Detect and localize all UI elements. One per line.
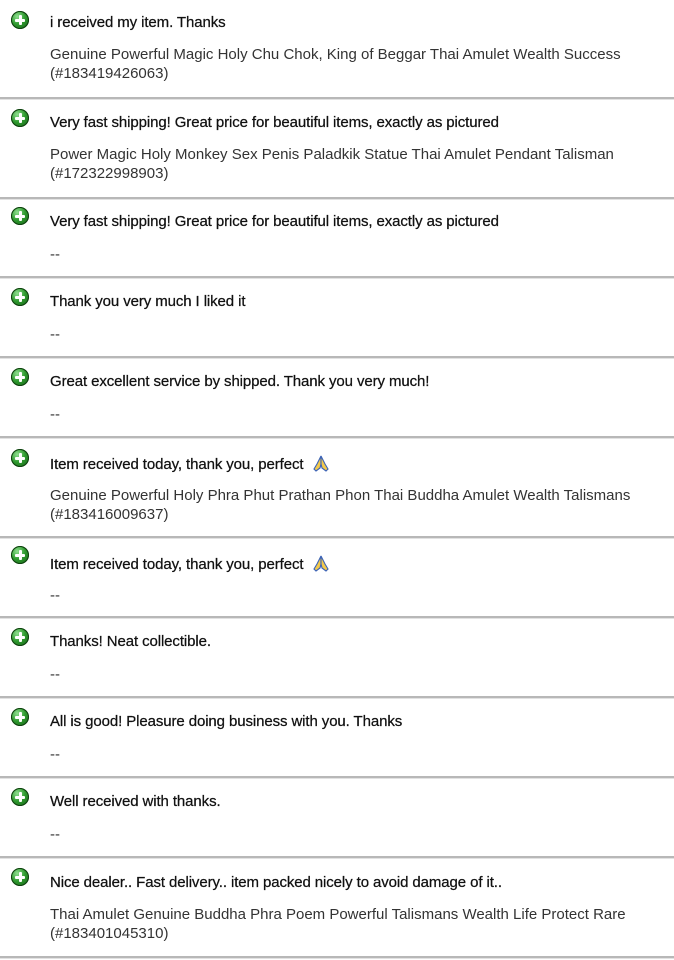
positive-feedback-plus-icon (11, 109, 29, 127)
feedback-comment: Item received today, thank you, perfect (50, 455, 330, 473)
feedback-comment: i received my item. Thanks (50, 14, 226, 31)
item-title[interactable]: Genuine Powerful Holy Phra Phut Prathan … (50, 486, 670, 524)
feedback-entry: Thank you very much I liked it -- (0, 279, 674, 357)
feedback-comment: Very fast shipping! Great price for beau… (50, 213, 499, 230)
feedback-comment: Very fast shipping! Great price for beau… (50, 114, 499, 131)
feedback-list: i received my item. Thanks Genuine Power… (0, 0, 674, 960)
item-title-placeholder: -- (50, 406, 60, 423)
feedback-entry: Thanks! Neat collectible. -- (0, 619, 674, 697)
positive-feedback-plus-icon (11, 628, 29, 646)
item-title-line: Thai Amulet Genuine Buddha Phra Poem Pow… (50, 906, 626, 923)
feedback-entry: Nice dealer.. Fast delivery.. item packe… (0, 859, 674, 957)
positive-feedback-plus-icon (11, 546, 29, 564)
feedback-entry: Item received today, thank you, perfect … (0, 439, 674, 537)
item-title: -- (50, 405, 670, 424)
feedback-entry: Item received today, thank you, perfect … (0, 539, 674, 617)
item-number: (#183401045310) (50, 925, 169, 942)
positive-feedback-plus-icon (11, 788, 29, 806)
feedback-comment: Well received with thanks. (50, 793, 221, 810)
item-title-placeholder: -- (50, 246, 60, 263)
feedback-entry: All is good! Pleasure doing business wit… (0, 699, 674, 777)
item-title-placeholder: -- (50, 666, 60, 683)
feedback-entry: Well received with thanks. -- (0, 779, 674, 857)
item-title[interactable]: Thai Amulet Genuine Buddha Phra Poem Pow… (50, 905, 670, 943)
item-title-line: Genuine Powerful Holy Phra Phut Prathan … (50, 487, 631, 504)
item-title: -- (50, 745, 670, 764)
positive-feedback-plus-icon (11, 449, 29, 467)
item-title: -- (50, 665, 670, 684)
item-title-line: Genuine Powerful Magic Holy Chu Chok, Ki… (50, 46, 621, 63)
item-title[interactable]: Genuine Powerful Magic Holy Chu Chok, Ki… (50, 45, 670, 83)
item-number: (#183419426063) (50, 65, 169, 82)
feedback-entry: Very fast shipping! Great price for beau… (0, 100, 674, 198)
item-title-line: Power Magic Holy Monkey Sex Penis Paladk… (50, 146, 614, 163)
item-title-placeholder: -- (50, 826, 60, 843)
positive-feedback-plus-icon (11, 708, 29, 726)
item-title-placeholder: -- (50, 326, 60, 343)
feedback-entry: Great excellent service by shipped. Than… (0, 359, 674, 437)
feedback-comment: Thanks! Neat collectible. (50, 633, 211, 650)
folded-hands-icon (312, 555, 329, 572)
positive-feedback-plus-icon (11, 11, 29, 29)
item-title: -- (50, 586, 670, 605)
feedback-comment: Item received today, thank you, perfect (50, 555, 330, 573)
feedback-entry: Very fast shipping! Great price for beau… (0, 200, 674, 278)
feedback-comment: Nice dealer.. Fast delivery.. item packe… (50, 874, 502, 891)
positive-feedback-plus-icon (11, 288, 29, 306)
feedback-comment: Great excellent service by shipped. Than… (50, 373, 430, 390)
positive-feedback-plus-icon (11, 368, 29, 386)
feedback-comment-text: Item received today, thank you, perfect (50, 456, 304, 473)
item-title-placeholder: -- (50, 587, 60, 604)
item-title: -- (50, 325, 670, 344)
folded-hands-icon (312, 455, 329, 472)
item-title-placeholder: -- (50, 746, 60, 763)
item-title: -- (50, 245, 670, 264)
positive-feedback-plus-icon (11, 868, 29, 886)
item-number: (#183416009637) (50, 506, 169, 523)
entry-divider (0, 956, 674, 959)
feedback-comment: All is good! Pleasure doing business wit… (50, 713, 403, 730)
positive-feedback-plus-icon (11, 207, 29, 225)
feedback-comment-text: Item received today, thank you, perfect (50, 556, 304, 573)
item-title[interactable]: Power Magic Holy Monkey Sex Penis Paladk… (50, 145, 670, 183)
feedback-entry: i received my item. Thanks Genuine Power… (0, 0, 674, 98)
item-number: (#172322998903) (50, 165, 169, 182)
feedback-comment: Thank you very much I liked it (50, 293, 246, 310)
item-title: -- (50, 825, 670, 844)
